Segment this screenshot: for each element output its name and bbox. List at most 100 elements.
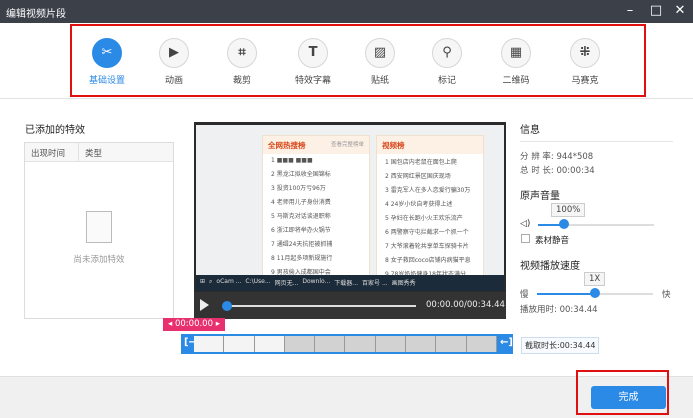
play-time-value: 00:34.44 bbox=[559, 305, 598, 315]
maximize-button[interactable]: □ bbox=[646, 2, 666, 20]
thumbnail-strip bbox=[194, 336, 497, 352]
volume-value: 100% bbox=[551, 203, 586, 217]
start-time-tag[interactable]: ◂ 00:00.00 ▸ bbox=[163, 318, 225, 331]
title-bar: 编辑视频片段 – □ ✕ bbox=[0, 0, 693, 23]
tool-animation[interactable]: ▶ 动画 bbox=[144, 38, 204, 86]
list-item: 7 大爷滚着轮共享单车探骑卡片 bbox=[385, 242, 469, 250]
tool-label: 标记 bbox=[437, 76, 456, 86]
mosaic-icon: ⁜ bbox=[570, 38, 600, 68]
list-item: 4 老师用儿子身份消费 bbox=[271, 198, 331, 206]
timeline-strip[interactable]: [→ ←] bbox=[181, 334, 513, 354]
crop-icon: ⌗ bbox=[227, 38, 257, 68]
taskbar-item: 百家号 ... bbox=[362, 280, 388, 287]
panel-title: 全网热搜榜 bbox=[268, 141, 306, 150]
list-item: 7 通缉24天抗拒被抓捕 bbox=[271, 240, 333, 248]
tool-label: 马赛克 bbox=[571, 76, 599, 86]
volume-knob[interactable] bbox=[558, 219, 569, 229]
slow-label: 慢 bbox=[520, 290, 529, 300]
duration-label: 总 时 长: bbox=[520, 166, 554, 176]
volume-title: 原声音量 bbox=[520, 191, 560, 202]
fast-label: 快 bbox=[662, 290, 671, 300]
close-button[interactable]: ✕ bbox=[670, 2, 690, 20]
resolution-label: 分 辨 率: bbox=[520, 152, 554, 162]
volume-slider[interactable] bbox=[538, 224, 654, 226]
list-item: 3 雷克军人在多人恋爱行骗30万 bbox=[385, 186, 471, 194]
list-item: 6 两警察守屯拦截求一个抓一个 bbox=[385, 228, 469, 236]
duration-value: 00:00:34 bbox=[556, 166, 595, 176]
tool-text[interactable]: T 特效字幕 bbox=[283, 38, 343, 86]
column-time[interactable]: 出现时间 bbox=[25, 143, 79, 161]
taskbar-item: 画图秀秀 bbox=[391, 280, 416, 287]
taskbar-item: C:\Use... bbox=[245, 278, 271, 285]
list-item: 2 西安网红景区国庆现场 bbox=[385, 172, 451, 180]
empty-message: 尚未添加特效 bbox=[73, 255, 125, 265]
info-title: 信息 bbox=[520, 125, 540, 136]
start-icon: ⊞ bbox=[200, 278, 206, 285]
taskbar-item: Downlo... bbox=[302, 278, 331, 285]
search-icon: ⌕ bbox=[209, 278, 213, 285]
highlight-box bbox=[576, 370, 669, 415]
animation-icon: ▶ bbox=[159, 38, 189, 68]
window-title: 编辑视频片段 bbox=[6, 9, 66, 20]
speed-knob[interactable] bbox=[590, 288, 600, 298]
image-icon: ▨ bbox=[365, 38, 395, 68]
tool-label: 基础设置 bbox=[88, 76, 125, 86]
tool-scissors[interactable]: ✂ 基础设置 bbox=[77, 38, 137, 86]
video-preview[interactable]: 全网热搜榜 查看完整榜单 1 ■■■ ■■■ 2 黑龙江拟收全国锦标 3 投资100万… bbox=[194, 122, 506, 319]
speed-value: 1X bbox=[584, 272, 606, 286]
tool-mosaic[interactable]: ⁜ 马赛克 bbox=[555, 38, 615, 86]
tool-pin[interactable]: ⚲ 标记 bbox=[417, 38, 477, 86]
tool-qrcode[interactable]: ▦ 二维码 bbox=[486, 38, 546, 86]
video-frame: 全网热搜榜 查看完整榜单 1 ■■■ ■■■ 2 黑龙江拟收全国锦标 3 投资100万… bbox=[196, 125, 504, 288]
text-icon: T bbox=[298, 38, 328, 68]
empty-document-icon bbox=[86, 211, 112, 243]
video-controls: 00:00.00/00:34.44 bbox=[194, 292, 506, 319]
list-item: 1 ■■■ ■■■ bbox=[271, 156, 313, 164]
minimize-button[interactable]: – bbox=[620, 2, 640, 20]
hot-search-panel: 全网热搜榜 查看完整榜单 1 ■■■ ■■■ 2 黑龙江拟收全国锦标 3 投资100万… bbox=[262, 135, 370, 288]
start-time: 00:00.00 bbox=[174, 319, 213, 329]
tool-crop[interactable]: ⌗ 裁剪 bbox=[212, 38, 272, 86]
effects-title: 已添加的特效 bbox=[25, 125, 85, 136]
taskbar: ⊞ ⌕ oCam ... C:\Use... 网页无... Downlo... 下载器...… bbox=[196, 275, 504, 291]
column-type[interactable]: 类型 bbox=[79, 143, 108, 161]
list-item: 4 24岁小伙自考获得上述 bbox=[385, 200, 453, 208]
list-item: 6 浙江即将举办火锅节 bbox=[271, 226, 331, 234]
tool-label: 贴纸 bbox=[370, 76, 389, 86]
list-item: 1 国包店内老鼠在面包上爬 bbox=[385, 158, 457, 166]
taskbar-item: 下载器... bbox=[334, 280, 359, 287]
tool-label: 动画 bbox=[164, 76, 183, 86]
mute-checkbox[interactable] bbox=[521, 234, 530, 243]
divider bbox=[520, 141, 673, 142]
list-item: 8 11月起多项新规施行 bbox=[271, 254, 333, 262]
list-item: 2 黑龙江拟收全国锦标 bbox=[271, 170, 331, 178]
tool-image[interactable]: ▨ 贴纸 bbox=[350, 38, 410, 86]
taskbar-item: 网页无... bbox=[274, 280, 299, 287]
qrcode-icon: ▦ bbox=[501, 38, 531, 68]
video-rank-panel: 视频榜 1 国包店内老鼠在面包上爬 2 西安网红景区国庆现场 3 雷克军人在多人恋爱行… bbox=[376, 135, 484, 288]
play-time-label: 播放用时: bbox=[520, 305, 557, 315]
panel-more: 查看完整榜单 bbox=[330, 142, 364, 148]
progress-track[interactable] bbox=[226, 305, 416, 307]
tool-label: 二维码 bbox=[502, 76, 530, 86]
speaker-icon[interactable]: ◁) bbox=[520, 219, 530, 229]
list-item: 8 女子救回coco店铺内病猫平息 bbox=[385, 256, 471, 264]
scissors-icon: ✂ bbox=[92, 38, 122, 68]
speed-title: 视频播放速度 bbox=[520, 261, 580, 272]
tool-label: 裁剪 bbox=[232, 76, 251, 86]
panel-title: 视频榜 bbox=[377, 136, 483, 154]
clip-length: 截取时长:00:34.44 bbox=[521, 337, 600, 354]
playback-time: 00:00.00/00:34.44 bbox=[426, 300, 505, 310]
resolution-value: 944*508 bbox=[556, 152, 594, 162]
list-item: 5 马斯克对话谈退职称 bbox=[271, 212, 331, 220]
list-item: 3 投资100万亏96万 bbox=[271, 184, 326, 192]
pin-icon: ⚲ bbox=[432, 38, 462, 68]
list-item: 5 孕妇在长跑小火王欢乐流产 bbox=[385, 214, 463, 222]
effects-table: 出现时间 类型 尚未添加特效 bbox=[24, 142, 174, 319]
mute-label: 素材静音 bbox=[535, 236, 570, 246]
progress-knob[interactable] bbox=[222, 301, 232, 311]
play-icon[interactable] bbox=[200, 299, 209, 311]
tool-label: 特效字幕 bbox=[294, 76, 331, 86]
trim-end-handle[interactable]: ←] bbox=[500, 337, 513, 348]
taskbar-item: oCam ... bbox=[216, 278, 242, 285]
